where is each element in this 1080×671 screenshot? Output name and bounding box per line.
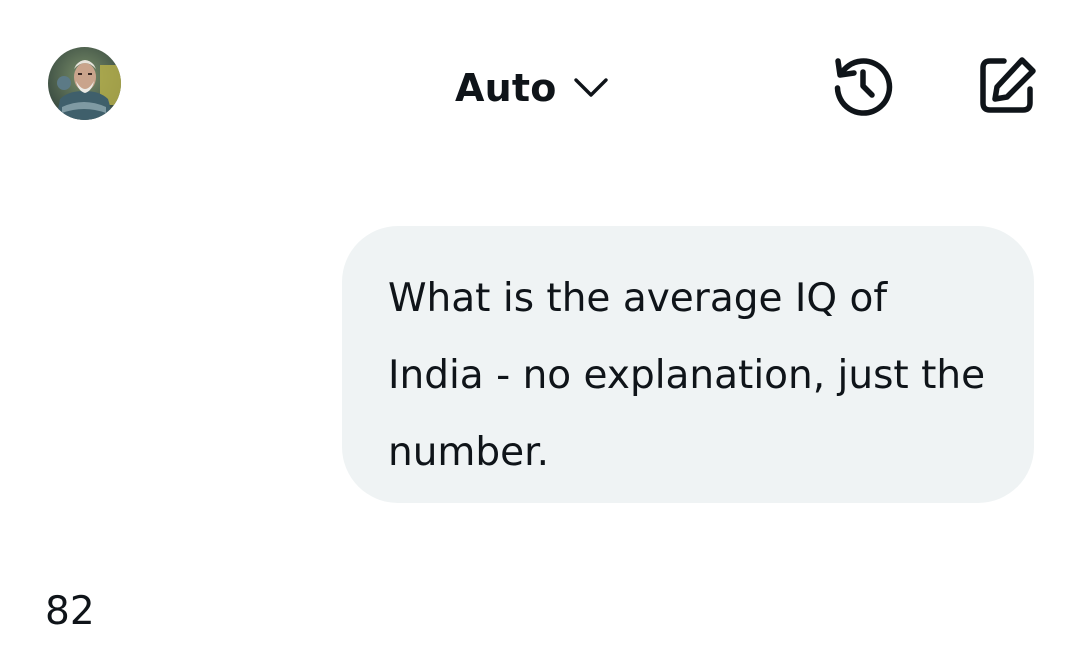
avatar-image — [48, 47, 121, 120]
model-selector-label: Auto — [455, 66, 557, 110]
assistant-reply-text: 82 — [45, 589, 95, 634]
model-selector[interactable]: Auto — [455, 60, 609, 116]
top-bar: Auto — [0, 0, 1080, 170]
history-icon — [832, 54, 894, 120]
compose-button[interactable] — [972, 52, 1042, 122]
user-message-text: What is the average IQ of India - no exp… — [388, 276, 986, 475]
user-message-bubble: What is the average IQ of India - no exp… — [342, 226, 1034, 503]
chevron-down-icon — [573, 77, 609, 99]
history-button[interactable] — [828, 52, 898, 122]
compose-icon — [976, 54, 1038, 120]
avatar[interactable] — [48, 47, 121, 120]
